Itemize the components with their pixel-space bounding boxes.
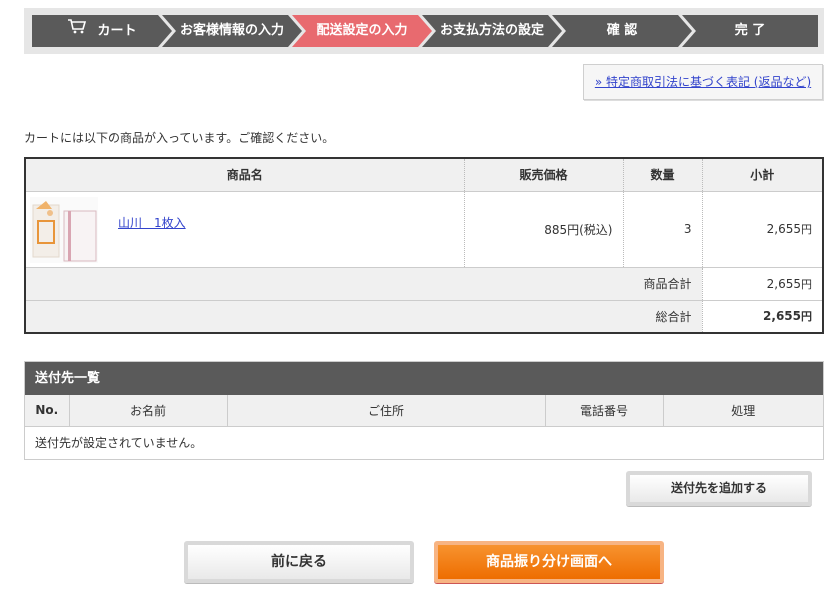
- shipping-header-row: No. お名前 ご住所 電話番号 処理: [25, 395, 823, 427]
- step-confirm: 確 認: [552, 15, 692, 47]
- step-cart: カート: [32, 15, 172, 47]
- cart-icon: [67, 15, 87, 47]
- shipping-table: No. お名前 ご住所 電話番号 処理 送付先が設定されていません。: [25, 395, 823, 459]
- yen-unit: 円: [801, 277, 812, 291]
- price-cell: 885円(税込): [464, 191, 624, 268]
- goods-total-row: 商品合計 2,655円: [25, 267, 823, 301]
- yen-unit: 円: [801, 223, 812, 236]
- subtotal-value: 2,655: [766, 222, 801, 236]
- grand-total-cell: 2,655円: [702, 300, 823, 333]
- goods-total-value: 2,655: [766, 276, 801, 291]
- yen-unit: 円: [567, 222, 580, 237]
- step-label: 配送設定の入力: [316, 23, 408, 38]
- product-thumbnail[interactable]: [30, 196, 98, 263]
- add-shipping-address-button[interactable]: 送付先を追加する: [626, 471, 812, 506]
- goods-total-label: 商品合計: [25, 267, 703, 301]
- step-label: 完 了: [734, 23, 766, 38]
- to-allocation-screen-button[interactable]: 商品振り分け画面へ: [434, 541, 664, 583]
- yen-unit: 円: [801, 310, 812, 324]
- step-label: お支払方法の設定: [439, 23, 544, 38]
- col-phone: 電話番号: [545, 395, 664, 427]
- col-product-name: 商品名: [25, 158, 465, 192]
- checkout-progress: カート お客様情報の入力 配送設定の入力 お支払方法の設定 確 認 完 了: [24, 8, 824, 54]
- grand-total-label: 総合計: [25, 300, 703, 333]
- subtotal-cell: 2,655円: [702, 191, 823, 268]
- col-no: No.: [25, 395, 70, 427]
- law-link[interactable]: » 特定商取引法に基づく表記 (返品など): [595, 75, 811, 89]
- shipping-empty-message: 送付先が設定されていません。: [35, 436, 203, 451]
- cart-header-row: 商品名 販売価格 数量 小計: [25, 158, 823, 192]
- step-payment: お支払方法の設定: [422, 15, 562, 47]
- col-action: 処理: [663, 395, 823, 427]
- step-label: お客様情報の入力: [179, 23, 284, 38]
- step-label: 確 認: [606, 23, 638, 38]
- law-link-box: » 特定商取引法に基づく表記 (返品など): [583, 64, 823, 100]
- cart-table: 商品名 販売価格 数量 小計 山川 1枚入 885円(税込) 3 2,655円: [24, 157, 824, 334]
- quantity-cell: 3: [623, 191, 703, 268]
- tax-note: (税込): [579, 222, 613, 237]
- step-delivery-settings: 配送設定の入力: [292, 15, 432, 47]
- product-cell: 山川 1枚入: [25, 191, 465, 268]
- goods-total-cell: 2,655円: [702, 267, 823, 301]
- price-value: 885: [544, 222, 568, 237]
- shipping-list-title: 送付先一覧: [25, 362, 823, 395]
- table-row: 送付先が設定されていません。: [25, 426, 823, 459]
- table-row: 山川 1枚入 885円(税込) 3 2,655円: [25, 191, 823, 268]
- col-subtotal: 小計: [702, 158, 823, 192]
- col-quantity: 数量: [623, 158, 703, 192]
- step-customer-info: お客様情報の入力: [162, 15, 302, 47]
- step-label: カート: [97, 23, 137, 39]
- col-address: ご住所: [227, 395, 546, 427]
- cart-intro: カートには以下の商品が入っています。ご確認ください。: [24, 131, 335, 145]
- shipping-list: 送付先一覧 No. お名前 ご住所 電話番号 処理 送付先が設定されていません。: [24, 361, 824, 460]
- col-price: 販売価格: [464, 158, 624, 192]
- grand-total-row: 総合計 2,655円: [25, 300, 823, 333]
- grand-total-value: 2,655: [763, 309, 801, 324]
- col-name: お名前: [69, 395, 228, 427]
- back-button[interactable]: 前に戻る: [184, 541, 414, 583]
- product-link[interactable]: 山川 1枚入: [118, 214, 186, 231]
- step-complete: 完 了: [682, 15, 818, 47]
